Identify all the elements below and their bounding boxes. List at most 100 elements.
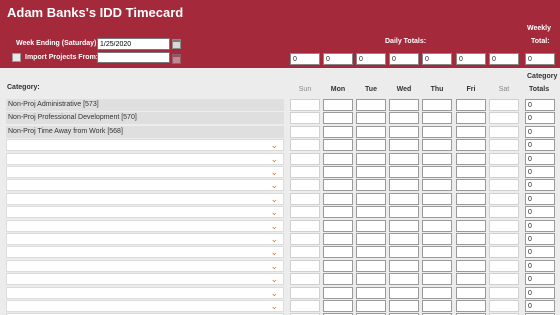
hours-cell-wed[interactable] — [389, 286, 419, 299]
hours-cell-sun[interactable] — [290, 233, 320, 245]
category-dropdown[interactable]: ⌄ — [6, 286, 284, 299]
hours-cell-thu[interactable] — [422, 273, 452, 286]
chevron-down-icon[interactable]: ⌄ — [270, 274, 278, 284]
hours-cell-mon[interactable] — [323, 286, 353, 299]
hours-cell-wed[interactable] — [389, 166, 419, 178]
hours-cell-sun[interactable] — [290, 273, 320, 286]
hours-cell-sun[interactable] — [290, 166, 320, 178]
chevron-down-icon[interactable]: ⌄ — [270, 221, 278, 231]
hours-cell-wed[interactable] — [389, 99, 419, 111]
hours-cell-tue[interactable] — [356, 192, 386, 205]
hours-cell-thu[interactable] — [422, 125, 452, 138]
hours-cell-wed[interactable] — [389, 179, 419, 192]
chevron-down-icon[interactable]: ⌄ — [270, 301, 278, 311]
hours-cell-fri[interactable] — [456, 246, 486, 259]
hours-cell-wed[interactable] — [389, 246, 419, 259]
hours-cell-sat[interactable] — [489, 286, 519, 299]
hours-cell-sat[interactable] — [489, 112, 519, 125]
hours-cell-fri[interactable] — [456, 300, 486, 312]
chevron-down-icon[interactable]: ⌄ — [270, 207, 278, 217]
hours-cell-thu[interactable] — [422, 192, 452, 205]
hours-cell-tue[interactable] — [356, 152, 386, 165]
category-dropdown[interactable]: ⌄ — [6, 206, 284, 219]
hours-cell-wed[interactable] — [389, 219, 419, 232]
hours-cell-mon[interactable] — [323, 166, 353, 178]
hours-cell-wed[interactable] — [389, 192, 419, 205]
hours-cell-wed[interactable] — [389, 233, 419, 245]
category-dropdown[interactable]: ⌄ — [6, 233, 284, 245]
hours-cell-tue[interactable] — [356, 206, 386, 219]
hours-cell-sun[interactable] — [290, 112, 320, 125]
hours-cell-thu[interactable] — [422, 139, 452, 152]
hours-cell-sat[interactable] — [489, 273, 519, 286]
hours-cell-sun[interactable] — [290, 99, 320, 111]
hours-cell-tue[interactable] — [356, 179, 386, 192]
hours-cell-mon[interactable] — [323, 273, 353, 286]
calendar-icon[interactable] — [172, 54, 181, 64]
chevron-down-icon[interactable]: ⌄ — [270, 247, 278, 257]
hours-cell-mon[interactable] — [323, 246, 353, 259]
hours-cell-sun[interactable] — [290, 139, 320, 152]
hours-cell-wed[interactable] — [389, 112, 419, 125]
hours-cell-sat[interactable] — [489, 139, 519, 152]
hours-cell-sun[interactable] — [290, 286, 320, 299]
hours-cell-tue[interactable] — [356, 219, 386, 232]
hours-cell-sat[interactable] — [489, 125, 519, 138]
hours-cell-fri[interactable] — [456, 112, 486, 125]
category-dropdown[interactable]: ⌄ — [6, 139, 284, 152]
hours-cell-tue[interactable] — [356, 166, 386, 178]
hours-cell-sat[interactable] — [489, 99, 519, 111]
hours-cell-mon[interactable] — [323, 99, 353, 111]
hours-cell-thu[interactable] — [422, 286, 452, 299]
hours-cell-fri[interactable] — [456, 206, 486, 219]
hours-cell-sun[interactable] — [290, 300, 320, 312]
hours-cell-tue[interactable] — [356, 273, 386, 286]
week-ending-input[interactable] — [97, 38, 170, 50]
hours-cell-mon[interactable] — [323, 192, 353, 205]
hours-cell-mon[interactable] — [323, 139, 353, 152]
hours-cell-mon[interactable] — [323, 125, 353, 138]
hours-cell-sat[interactable] — [489, 192, 519, 205]
hours-cell-fri[interactable] — [456, 273, 486, 286]
hours-cell-sun[interactable] — [290, 206, 320, 219]
category-dropdown[interactable]: ⌄ — [6, 192, 284, 205]
hours-cell-mon[interactable] — [323, 300, 353, 312]
import-projects-input[interactable] — [97, 52, 170, 63]
hours-cell-sun[interactable] — [290, 152, 320, 165]
chevron-down-icon[interactable]: ⌄ — [270, 288, 278, 298]
calendar-icon[interactable] — [172, 39, 181, 49]
hours-cell-fri[interactable] — [456, 125, 486, 138]
hours-cell-mon[interactable] — [323, 233, 353, 245]
hours-cell-sat[interactable] — [489, 259, 519, 272]
hours-cell-tue[interactable] — [356, 233, 386, 245]
hours-cell-wed[interactable] — [389, 273, 419, 286]
category-dropdown[interactable]: ⌄ — [6, 273, 284, 286]
hours-cell-tue[interactable] — [356, 259, 386, 272]
hours-cell-mon[interactable] — [323, 112, 353, 125]
hours-cell-tue[interactable] — [356, 125, 386, 138]
hours-cell-mon[interactable] — [323, 152, 353, 165]
chevron-down-icon[interactable]: ⌄ — [270, 180, 278, 190]
hours-cell-mon[interactable] — [323, 206, 353, 219]
hours-cell-mon[interactable] — [323, 259, 353, 272]
hours-cell-sun[interactable] — [290, 246, 320, 259]
hours-cell-sat[interactable] — [489, 233, 519, 245]
hours-cell-mon[interactable] — [323, 179, 353, 192]
category-dropdown[interactable]: ⌄ — [6, 219, 284, 232]
hours-cell-wed[interactable] — [389, 206, 419, 219]
hours-cell-thu[interactable] — [422, 179, 452, 192]
hours-cell-sat[interactable] — [489, 206, 519, 219]
hours-cell-fri[interactable] — [456, 219, 486, 232]
hours-cell-sat[interactable] — [489, 152, 519, 165]
hours-cell-thu[interactable] — [422, 246, 452, 259]
hours-cell-fri[interactable] — [456, 286, 486, 299]
chevron-down-icon[interactable]: ⌄ — [270, 261, 278, 271]
hours-cell-fri[interactable] — [456, 99, 486, 111]
hours-cell-thu[interactable] — [422, 152, 452, 165]
hours-cell-thu[interactable] — [422, 166, 452, 178]
category-dropdown[interactable]: ⌄ — [6, 259, 284, 272]
hours-cell-sat[interactable] — [489, 300, 519, 312]
category-dropdown[interactable]: ⌄ — [6, 152, 284, 165]
category-dropdown[interactable]: ⌄ — [6, 179, 284, 192]
hours-cell-sat[interactable] — [489, 179, 519, 192]
